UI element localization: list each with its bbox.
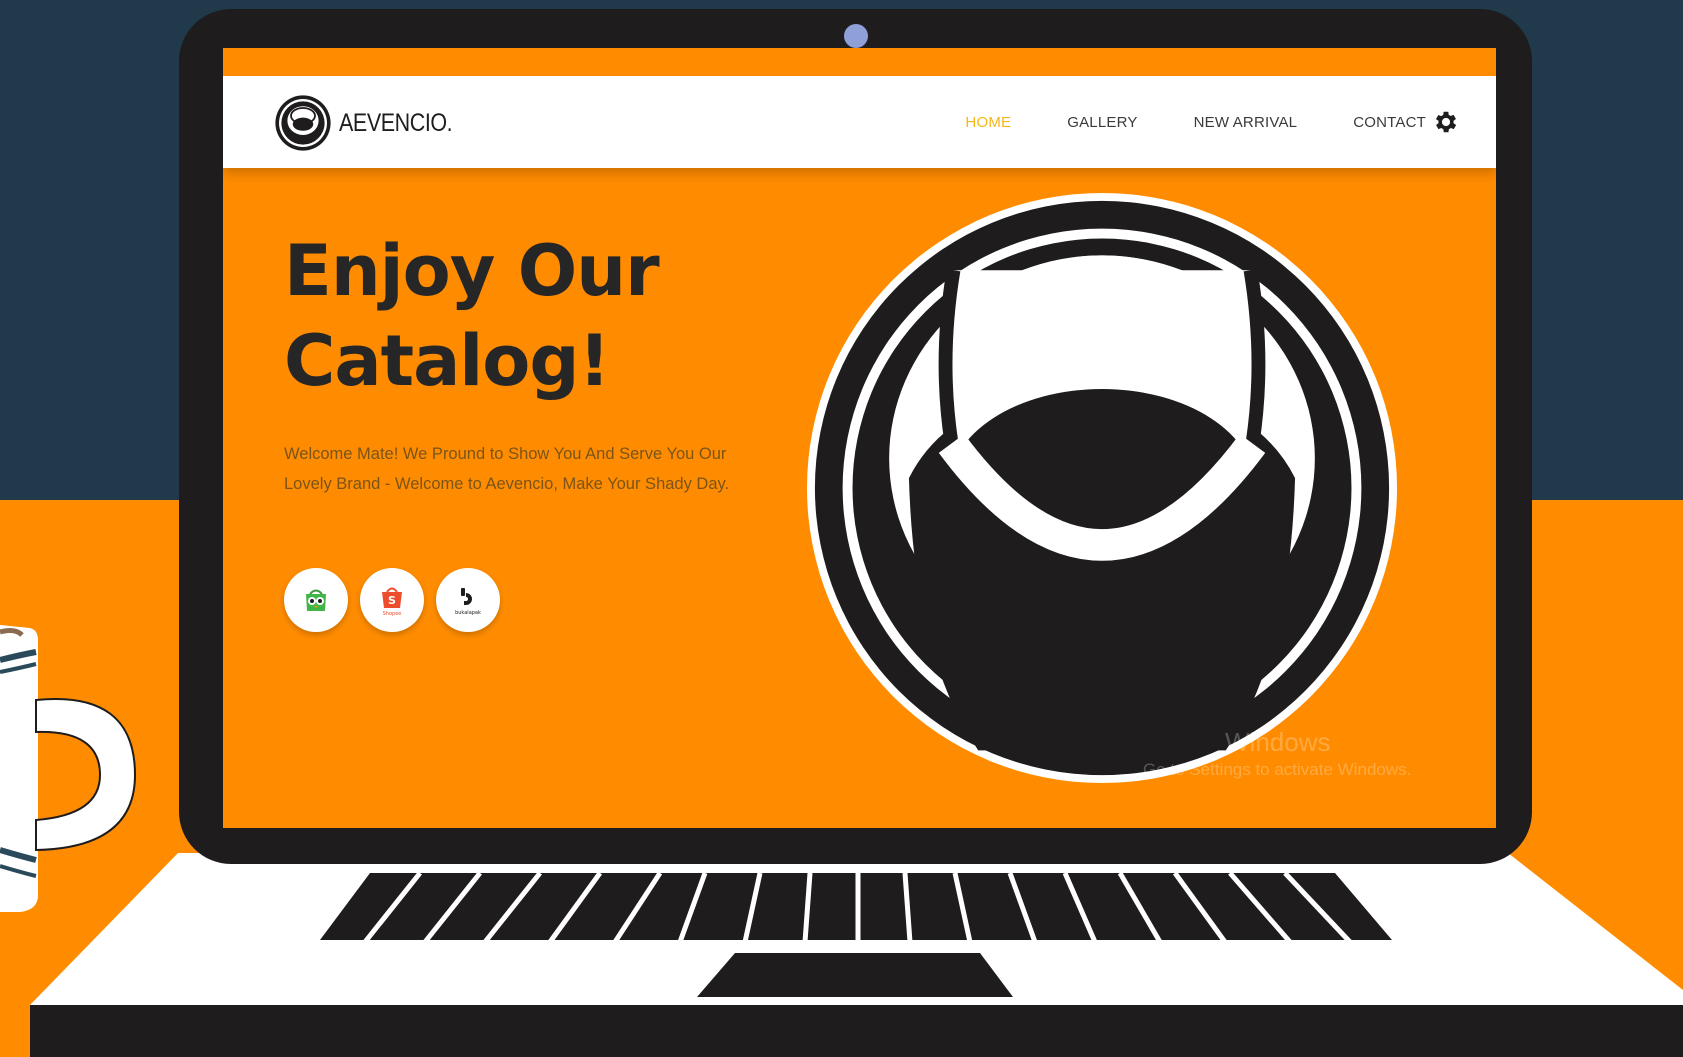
shopee-icon: S: [382, 587, 402, 608]
watermark-line1: Windows: [1225, 727, 1331, 757]
trackpad: [697, 953, 1013, 997]
website-screen: AEVENCIO. HOME GALLERY NEW ARRIVAL CONTA…: [223, 48, 1496, 828]
nav-new-arrival[interactable]: NEW ARRIVAL: [1194, 114, 1298, 131]
top-strip: [223, 48, 1496, 76]
activation-watermark: Windows Go to Settings to activate Windo…: [1143, 728, 1411, 784]
store-links: S Shopee bukalapak: [284, 568, 500, 632]
tokopedia-button[interactable]: [284, 568, 348, 632]
bukalapak-icon: [461, 587, 472, 605]
watermark-line2: Go to Settings to activate Windows.: [1143, 760, 1412, 779]
hero-brand-logo: [806, 192, 1398, 784]
bukalapak-button[interactable]: bukalapak: [436, 568, 500, 632]
hero-title-line2: Catalog!: [284, 320, 610, 402]
navbar: AEVENCIO. HOME GALLERY NEW ARRIVAL CONTA…: [223, 76, 1496, 168]
nav-home[interactable]: HOME: [965, 114, 1011, 131]
brand-name: AEVENCIO.: [339, 108, 453, 137]
nav-links: HOME GALLERY NEW ARRIVAL CONTACT: [909, 76, 1426, 168]
shopee-button[interactable]: S Shopee: [360, 568, 424, 632]
brand-logo-icon: [275, 95, 331, 151]
nav-gallery[interactable]: GALLERY: [1067, 114, 1137, 131]
bukalapak-caption: bukalapak: [455, 609, 481, 616]
svg-text:S: S: [388, 594, 396, 607]
hero-description: Welcome Mate! We Pround to Show You And …: [284, 445, 730, 493]
hero-title: Enjoy Our Catalog!: [284, 226, 804, 406]
webcam: [844, 24, 868, 48]
brand[interactable]: AEVENCIO.: [273, 93, 471, 153]
hero-title-line1: Enjoy Our: [284, 230, 660, 312]
nav-contact[interactable]: CONTACT: [1353, 114, 1426, 131]
gear-icon[interactable]: [1432, 108, 1460, 136]
tokopedia-icon: [306, 589, 326, 611]
shopee-caption: Shopee: [382, 610, 402, 617]
